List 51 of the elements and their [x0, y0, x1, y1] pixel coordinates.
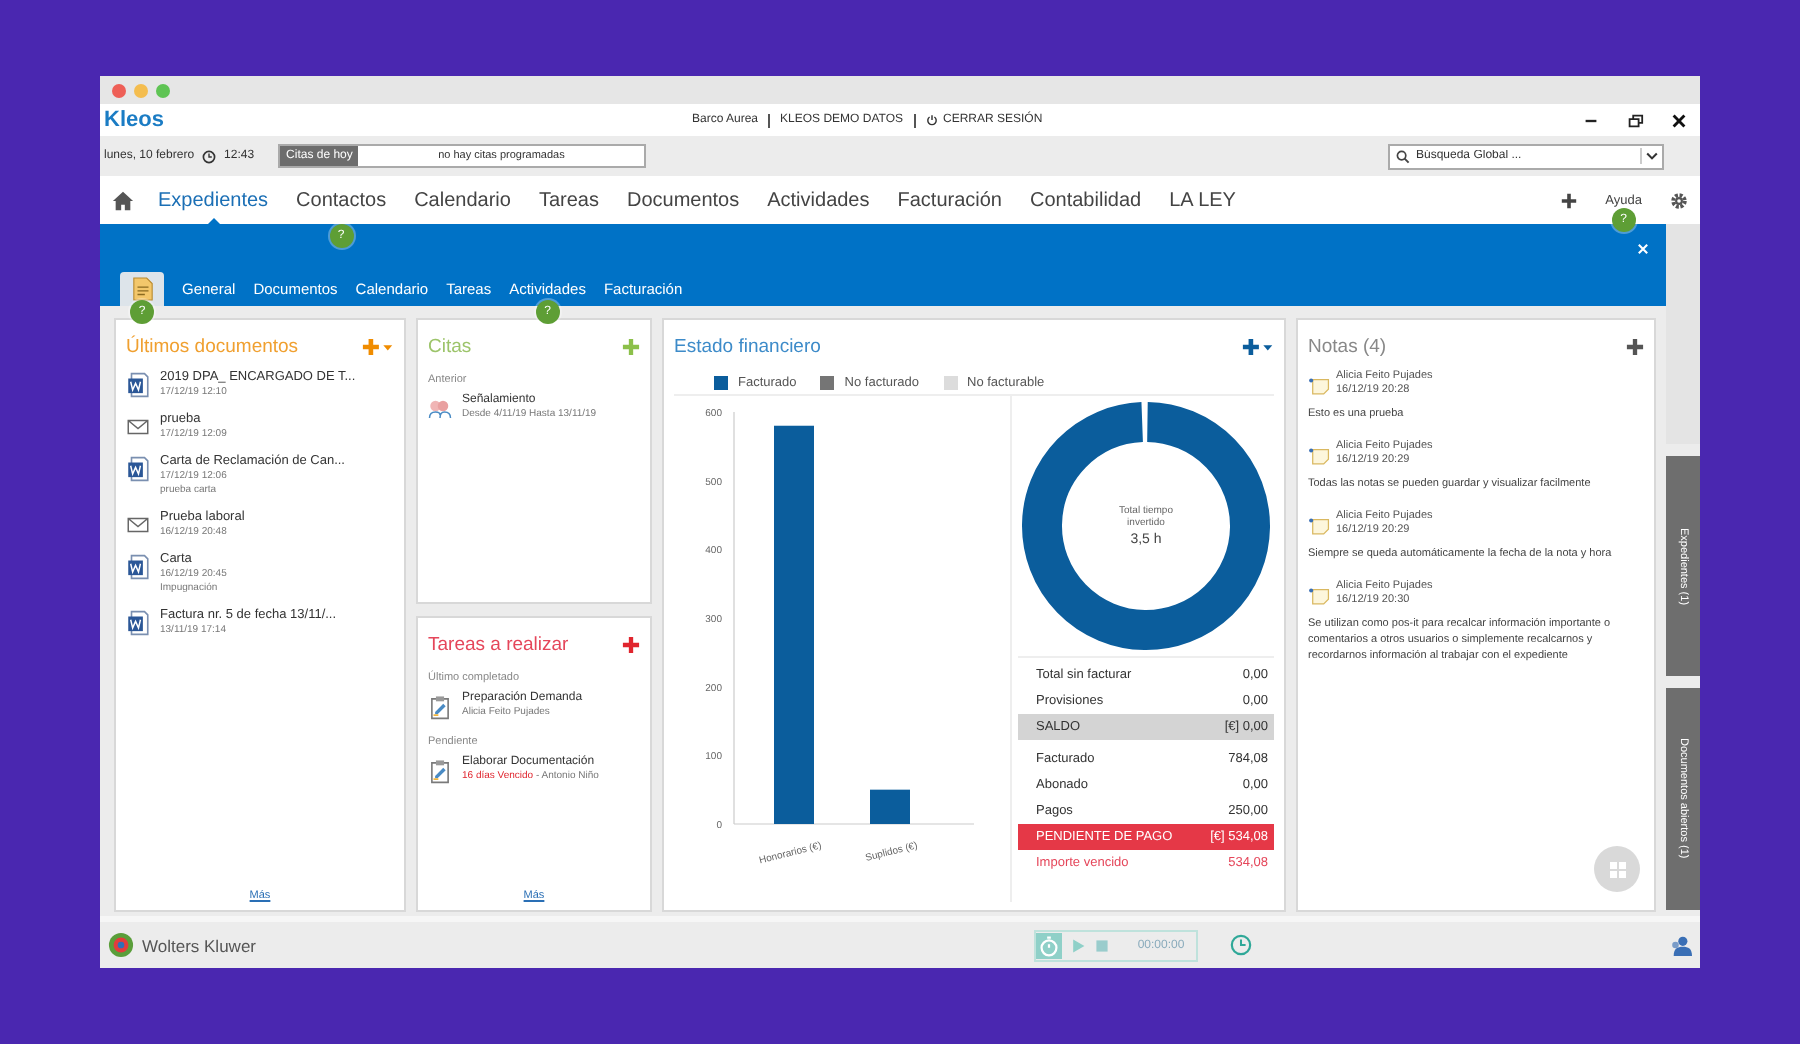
- clipboard-icon: [428, 694, 452, 720]
- sticky-note-icon: [1308, 376, 1330, 396]
- restore-icon[interactable]: [1626, 111, 1644, 129]
- add-dropdown-icon[interactable]: [1242, 337, 1274, 355]
- sticky-note-icon: [1308, 445, 1330, 466]
- brand-name: Wolters Kluwer: [142, 935, 256, 955]
- close-icon[interactable]: [1670, 111, 1688, 129]
- nav-tab[interactable]: Expedientes: [158, 177, 269, 223]
- envelope-icon: [126, 512, 150, 538]
- people-icon: [428, 396, 452, 422]
- nav-tab[interactable]: Calendario: [414, 177, 511, 223]
- plus-icon[interactable]: [1626, 337, 1644, 355]
- clipboard-icon: [428, 758, 452, 784]
- word-document-icon: [126, 554, 150, 580]
- nav-tab[interactable]: Facturación: [897, 177, 1002, 223]
- settings-icon[interactable]: [1670, 191, 1688, 209]
- search-icon: [1396, 149, 1410, 163]
- clock-icon[interactable]: [1230, 934, 1253, 956]
- close-dot[interactable]: [112, 83, 126, 97]
- panel-title: Citas: [428, 335, 472, 357]
- home-icon[interactable]: [112, 189, 134, 211]
- dropdown-caret-icon[interactable]: [1640, 148, 1662, 164]
- word-document-icon: [126, 456, 150, 482]
- document-icon: [131, 276, 153, 302]
- sticky-note-icon: [1308, 515, 1330, 536]
- nav-tab[interactable]: Contabilidad: [1030, 177, 1142, 223]
- panel-title: Tareas a realizar: [428, 633, 569, 655]
- plus-icon[interactable]: [622, 635, 640, 653]
- nav-tab[interactable]: Contactos: [296, 177, 387, 223]
- nav-tab[interactable]: Actividades: [767, 177, 870, 223]
- bar: [870, 789, 910, 824]
- nav-tab[interactable]: Tareas: [538, 177, 599, 223]
- panel-title: Notas (4): [1308, 335, 1387, 357]
- users-icon[interactable]: [1670, 934, 1693, 956]
- grid-icon: [1607, 859, 1627, 879]
- nav-tab[interactable]: Documentos: [626, 177, 740, 223]
- sticky-note-icon: [1308, 585, 1330, 606]
- panel-title: Estado financiero: [674, 335, 821, 357]
- app-logo: Kleos: [104, 108, 166, 132]
- clock-icon: [202, 149, 217, 163]
- panel-title: Últimos documentos: [126, 335, 299, 357]
- power-icon: [925, 114, 937, 126]
- plus-icon[interactable]: [1559, 191, 1578, 209]
- word-document-icon: [126, 610, 150, 636]
- envelope-icon: [126, 414, 150, 440]
- nav-tab[interactable]: LA LEY: [1169, 177, 1236, 223]
- minimize-dot[interactable]: [134, 83, 148, 97]
- zoom-dot[interactable]: [156, 83, 170, 97]
- word-document-icon: [126, 372, 150, 398]
- record-tab[interactable]: [120, 272, 164, 306]
- globe-logo-icon: [108, 932, 134, 958]
